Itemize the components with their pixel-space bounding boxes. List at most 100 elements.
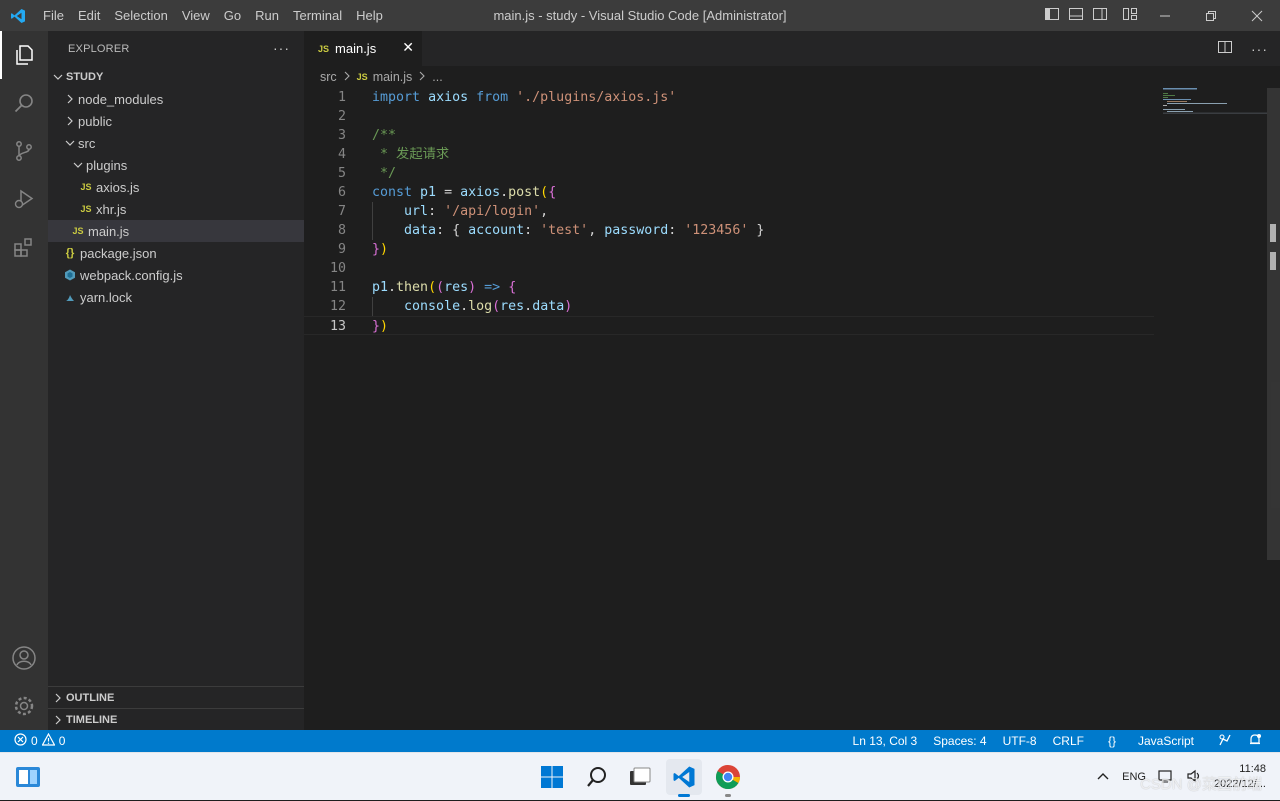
task-view-icon[interactable] <box>622 759 658 795</box>
taskbar-vscode-icon[interactable] <box>666 759 702 797</box>
toggle-primary-sidebar-icon[interactable] <box>1044 6 1060 25</box>
code-line[interactable]: 8 data: { account: 'test', password: '12… <box>304 221 1154 240</box>
layout-controls <box>1044 0 1138 31</box>
code-line[interactable]: 3 /** <box>304 126 1154 145</box>
code-token: . <box>500 185 509 200</box>
tree-item-webpack-config[interactable]: webpack.config.js <box>48 264 304 286</box>
indentation[interactable]: Spaces: 4 <box>925 734 994 748</box>
menu-edit[interactable]: Edit <box>71 0 107 31</box>
end-of-line[interactable]: CRLF <box>1045 734 1092 748</box>
error-count: 0 <box>31 734 38 748</box>
timeline-section[interactable]: TIMELINE <box>48 708 304 730</box>
problems-indicator[interactable]: 0 0 <box>14 730 65 752</box>
chevron-down-icon <box>70 160 86 170</box>
code-token: */ <box>372 166 397 181</box>
workspace-root[interactable]: STUDY <box>48 66 304 88</box>
watermark: CSDN @菜园前端 <box>1140 776 1262 793</box>
code-editor[interactable]: 1 import axios from './plugins/axios.js' 2… <box>304 88 1280 730</box>
toggle-panel-icon[interactable] <box>1068 6 1084 25</box>
code-token: './plugins/axios.js' <box>516 90 677 105</box>
taskbar-chrome-icon[interactable] <box>710 759 746 797</box>
feedback-icon[interactable] <box>1210 733 1240 750</box>
start-windows-icon[interactable] <box>534 759 570 795</box>
vscode-logo-icon <box>0 0 36 31</box>
code-token: . <box>388 280 397 295</box>
customize-layout-icon[interactable] <box>1122 6 1138 25</box>
chevron-up-icon[interactable] <box>1096 771 1110 784</box>
code-token: : <box>428 204 445 219</box>
code-token: ( <box>492 299 501 314</box>
code-token: { <box>548 185 557 200</box>
code-token: data <box>404 223 437 238</box>
code-text: }) <box>372 317 388 336</box>
line-number: 11 <box>329 280 346 295</box>
accounts-icon[interactable] <box>0 634 48 682</box>
code-line[interactable]: 7 url: '/api/login', <box>304 202 1154 221</box>
run-debug-icon[interactable] <box>0 175 48 223</box>
code-line[interactable]: 11 p1.then((res) => { <box>304 278 1154 297</box>
close-tab-icon[interactable]: ✕ <box>402 39 414 56</box>
toggle-secondary-sidebar-icon[interactable] <box>1092 6 1108 25</box>
code-line[interactable]: 1 import axios from './plugins/axios.js' <box>304 88 1154 107</box>
json-file-icon: {} <box>65 247 75 259</box>
menu-terminal[interactable]: Terminal <box>286 0 349 31</box>
code-line[interactable]: 9}) <box>304 240 1154 259</box>
tree-item-xhr-js[interactable]: JS xhr.js <box>48 198 304 220</box>
menu-go[interactable]: Go <box>217 0 248 31</box>
code-token: console <box>404 299 461 314</box>
close-window-icon[interactable] <box>1234 0 1280 31</box>
minimize-icon[interactable] <box>1142 0 1188 31</box>
tree-item-label: axios.js <box>96 179 140 195</box>
widgets-icon[interactable] <box>10 759 46 795</box>
notifications-bell-icon[interactable] <box>1240 733 1270 750</box>
title-bar: File Edit Selection View Go Run Terminal… <box>0 0 1280 31</box>
windows-taskbar: ENG 11:48 2022/12/... CSDN @菜园前端 <box>0 752 1280 800</box>
manage-gear-icon[interactable] <box>0 682 48 730</box>
menu-selection[interactable]: Selection <box>107 0 174 31</box>
source-control-icon[interactable] <box>0 127 48 175</box>
extensions-icon[interactable] <box>0 223 48 271</box>
search-icon[interactable] <box>0 79 48 127</box>
code-token: . <box>524 299 533 314</box>
taskbar-search-icon[interactable] <box>579 759 615 795</box>
outline-section[interactable]: OUTLINE <box>48 686 304 708</box>
code-line[interactable]: 2 <box>304 107 1154 126</box>
tree-item-label: package.json <box>80 245 157 261</box>
restore-icon[interactable] <box>1188 0 1234 31</box>
tree-item-main-js[interactable]: JS main.js <box>48 220 304 242</box>
breadcrumb-folder[interactable]: src <box>320 70 337 84</box>
breadcrumb-ellipsis[interactable]: ... <box>432 70 442 84</box>
menu-file[interactable]: File <box>36 0 71 31</box>
code-line[interactable]: 13}) <box>304 316 1154 335</box>
code-line[interactable]: 4 * 发起请求 <box>304 145 1154 164</box>
tree-item-yarn-lock[interactable]: yarn.lock <box>48 286 304 308</box>
language-mode[interactable]: {} JavaScript <box>1092 734 1210 748</box>
more-actions-icon[interactable]: ··· <box>273 40 290 56</box>
tree-item-plugins[interactable]: plugins <box>48 154 304 176</box>
tree-item-package-json[interactable]: {} package.json <box>48 242 304 264</box>
tree-item-node-modules[interactable]: node_modules <box>48 88 304 110</box>
tab-main-js[interactable]: JS main.js ✕ <box>304 31 422 66</box>
code-line[interactable]: 12 console.log(res.data) <box>304 297 1154 316</box>
code-line[interactable]: 10 <box>304 259 1154 278</box>
tree-item-src[interactable]: src <box>48 132 304 154</box>
encoding[interactable]: UTF-8 <box>995 734 1045 748</box>
minimap[interactable] <box>1163 88 1273 118</box>
code-line[interactable]: 6 const p1 = axios.post({ <box>304 183 1154 202</box>
code-token: : { <box>436 223 469 238</box>
tree-item-axios-js[interactable]: JS axios.js <box>48 176 304 198</box>
explorer-icon[interactable] <box>0 31 48 79</box>
vertical-scrollbar[interactable] <box>1266 88 1280 730</box>
tree-item-public[interactable]: public <box>48 110 304 132</box>
menu-help[interactable]: Help <box>349 0 390 31</box>
explorer-sidebar: EXPLORER ··· STUDY node_modules public s… <box>48 31 304 730</box>
cursor-position[interactable]: Ln 13, Col 3 <box>845 734 926 748</box>
code-line[interactable]: 5 */ <box>304 164 1154 183</box>
menu-run[interactable]: Run <box>248 0 286 31</box>
breadcrumb-file[interactable]: main.js <box>373 70 413 84</box>
split-editor-icon[interactable] <box>1217 39 1233 58</box>
more-actions-icon[interactable]: ··· <box>1251 41 1268 57</box>
menu-view[interactable]: View <box>175 0 217 31</box>
